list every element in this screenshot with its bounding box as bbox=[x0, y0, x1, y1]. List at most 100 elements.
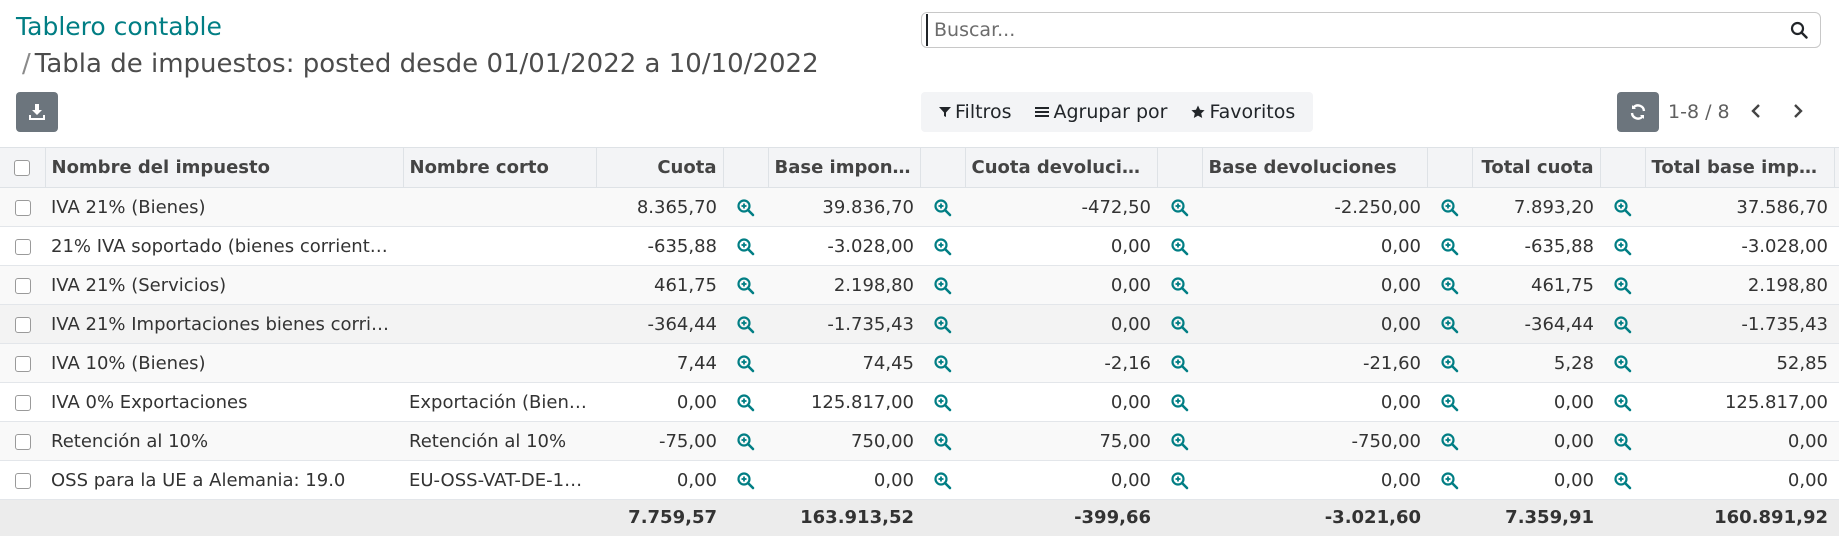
search-icon[interactable] bbox=[1784, 15, 1814, 45]
pager-value[interactable]: 1-8 / 8 bbox=[1668, 101, 1730, 123]
row-select-cell bbox=[0, 383, 45, 422]
table-row[interactable]: Retención al 10% Retención al 10% -75,00 75… bbox=[0, 421, 1839, 461]
column-header-total-tax[interactable]: Total cuota bbox=[1472, 147, 1601, 188]
cell-base: 125.817,00 bbox=[810, 391, 914, 413]
zoom-in-icon[interactable] bbox=[933, 276, 953, 296]
zoom-cell bbox=[1427, 227, 1472, 266]
zoom-in-icon[interactable] bbox=[1613, 393, 1633, 413]
zoom-cell bbox=[1427, 344, 1472, 383]
zoom-in-icon[interactable] bbox=[736, 276, 756, 296]
row-select-cell bbox=[0, 461, 45, 500]
column-header-short-name[interactable]: Nombre corto bbox=[403, 147, 597, 188]
zoom-in-icon[interactable] bbox=[1440, 276, 1460, 296]
zoom-in-icon[interactable] bbox=[1613, 276, 1633, 296]
refresh-button[interactable] bbox=[1617, 92, 1659, 132]
zoom-in-icon[interactable] bbox=[1170, 198, 1190, 218]
zoom-in-icon[interactable] bbox=[933, 432, 953, 452]
zoom-cell bbox=[1157, 227, 1202, 266]
search-box bbox=[921, 12, 1821, 48]
row-checkbox[interactable] bbox=[14, 355, 31, 372]
search-input[interactable] bbox=[926, 14, 1784, 46]
cell-refund-tax: 75,00 bbox=[1099, 430, 1151, 452]
zoom-cell bbox=[1834, 344, 1839, 383]
zoom-in-icon[interactable] bbox=[1170, 354, 1190, 374]
cell-total-base: 125.817,00 bbox=[1724, 391, 1828, 413]
select-all-cell bbox=[0, 147, 46, 188]
zoom-in-icon[interactable] bbox=[1170, 315, 1190, 335]
zoom-in-icon[interactable] bbox=[1440, 432, 1460, 452]
favorites-button[interactable]: Favoritos bbox=[1183, 101, 1303, 123]
row-checkbox[interactable] bbox=[14, 199, 31, 216]
column-header-refund-tax[interactable]: Cuota devolucion... bbox=[965, 147, 1158, 188]
zoom-in-icon[interactable] bbox=[1170, 393, 1190, 413]
zoom-in-icon[interactable] bbox=[1440, 315, 1460, 335]
zoom-in-icon[interactable] bbox=[1613, 237, 1633, 257]
zoom-in-icon[interactable] bbox=[1170, 276, 1190, 296]
zoom-cell bbox=[1157, 383, 1202, 422]
table-row[interactable]: 21% IVA soportado (bienes corrientes) -63… bbox=[0, 227, 1839, 266]
row-checkbox[interactable] bbox=[14, 472, 31, 489]
zoom-in-icon[interactable] bbox=[1613, 198, 1633, 218]
zoom-in-icon[interactable] bbox=[736, 315, 756, 335]
zoom-in-icon[interactable] bbox=[736, 471, 756, 491]
zoom-in-icon[interactable] bbox=[1440, 354, 1460, 374]
row-checkbox[interactable] bbox=[14, 394, 31, 411]
pager-previous-button[interactable] bbox=[1742, 96, 1770, 126]
select-all-checkbox[interactable] bbox=[14, 160, 31, 176]
column-header-base[interactable]: Base imponib... bbox=[768, 147, 921, 188]
zoom-in-icon[interactable] bbox=[1613, 315, 1633, 335]
table-row[interactable]: OSS para la UE a Alemania: 19.0 EU-OSS-VA… bbox=[0, 461, 1839, 500]
zoom-in-icon[interactable] bbox=[1440, 237, 1460, 257]
zoom-cell bbox=[920, 188, 965, 227]
zoom-in-icon[interactable] bbox=[1440, 471, 1460, 491]
cell-total-base: 37.586,70 bbox=[1736, 196, 1828, 218]
zoom-in-icon[interactable] bbox=[1440, 393, 1460, 413]
zoom-in-icon[interactable] bbox=[1170, 237, 1190, 257]
row-checkbox[interactable] bbox=[14, 238, 31, 255]
cell-total-tax: 0,00 bbox=[1553, 469, 1594, 491]
column-header-tax[interactable]: Cuota bbox=[596, 147, 724, 188]
zoom-in-icon[interactable] bbox=[736, 393, 756, 413]
column-header-refund-base[interactable]: Base devoluciones bbox=[1202, 147, 1428, 188]
zoom-in-icon[interactable] bbox=[1440, 198, 1460, 218]
row-checkbox[interactable] bbox=[14, 277, 31, 294]
breadcrumb-parent[interactable]: Tablero contable bbox=[16, 12, 222, 41]
table-row[interactable]: IVA 21% (Bienes) 8.365,70 39.836,70 -472,50… bbox=[0, 187, 1839, 227]
zoom-in-icon[interactable] bbox=[1170, 471, 1190, 491]
zoom-cell bbox=[723, 188, 768, 227]
zoom-in-icon[interactable] bbox=[736, 432, 756, 452]
row-checkbox[interactable] bbox=[14, 433, 31, 450]
zoom-cell bbox=[1427, 266, 1472, 305]
table-row[interactable]: IVA 21% (Servicios) 461,75 2.198,80 0,00 0,0… bbox=[0, 265, 1839, 305]
pager-next-button[interactable] bbox=[1784, 96, 1812, 126]
zoom-in-icon[interactable] bbox=[933, 315, 953, 335]
zoom-in-icon[interactable] bbox=[933, 471, 953, 491]
zoom-in-icon[interactable] bbox=[1613, 471, 1633, 491]
table-row[interactable]: IVA 21% Importaciones bienes corrient...… bbox=[0, 304, 1839, 344]
cell-refund-tax: 0,00 bbox=[1110, 235, 1151, 257]
row-select-cell bbox=[0, 227, 45, 266]
zoom-in-icon[interactable] bbox=[736, 198, 756, 218]
row-checkbox[interactable] bbox=[14, 316, 31, 333]
cell-total-base: 0,00 bbox=[1787, 469, 1828, 491]
zoom-in-icon[interactable] bbox=[933, 393, 953, 413]
column-header-total-base[interactable]: Total base imponib... bbox=[1645, 147, 1835, 188]
column-header-tax-name[interactable]: Nombre del impuesto bbox=[45, 147, 404, 188]
zoom-in-icon[interactable] bbox=[933, 354, 953, 374]
zoom-in-icon[interactable] bbox=[736, 237, 756, 257]
zoom-in-icon[interactable] bbox=[1613, 432, 1633, 452]
zoom-in-icon[interactable] bbox=[1613, 354, 1633, 374]
totals-row: 7.759,57 163.913,52 -399,66 -3.021,60 7.… bbox=[0, 499, 1839, 536]
cell-tax-name: OSS para la UE a Alemania: 19.0 bbox=[51, 469, 346, 491]
page-title: / Tabla de impuestos: posted desde 01/01/… bbox=[22, 49, 822, 79]
download-button[interactable] bbox=[16, 92, 58, 132]
zoom-in-icon[interactable] bbox=[1170, 432, 1190, 452]
group-by-button[interactable]: Agrupar por bbox=[1027, 101, 1175, 123]
table-row[interactable]: IVA 10% (Bienes) 7,44 74,45 -2,16 -21,60 5,28… bbox=[0, 343, 1839, 383]
filters-button[interactable]: Filtros bbox=[931, 101, 1019, 123]
zoom-in-icon[interactable] bbox=[736, 354, 756, 374]
table-row[interactable]: IVA 0% Exportaciones Exportación (Bienes)… bbox=[0, 383, 1839, 422]
zoom-in-icon[interactable] bbox=[933, 198, 953, 218]
zoom-cell bbox=[1600, 188, 1645, 227]
zoom-in-icon[interactable] bbox=[933, 237, 953, 257]
